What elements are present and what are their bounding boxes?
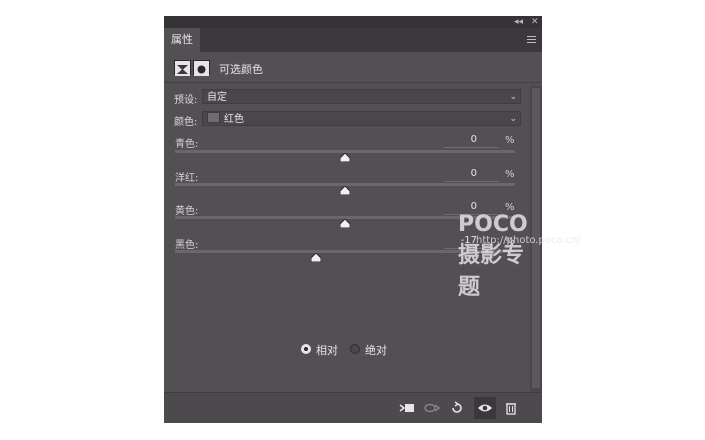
colors-dropdown[interactable]: 红色 ⌄ — [202, 111, 521, 126]
method-absolute-label: 绝对 — [365, 344, 387, 357]
preset-dropdown[interactable]: 自定 ⌄ — [202, 89, 521, 104]
header-divider — [164, 82, 542, 83]
method-relative-label: 相对 — [316, 344, 338, 357]
yellow-slider-thumb[interactable] — [340, 219, 350, 228]
cyan-slider-thumb[interactable] — [340, 153, 350, 162]
cyan-unit: % — [505, 135, 515, 146]
adjustment-title: 可选颜色 — [219, 63, 263, 76]
radio-unselected-icon[interactable] — [350, 344, 360, 354]
colors-label: 颜色: — [174, 117, 198, 128]
watermark-url: http://photo.poco.cn/ — [476, 235, 581, 246]
visibility-eye-icon — [478, 404, 492, 412]
magenta-label: 洋红: — [175, 173, 199, 184]
close-icon[interactable]: ✕ — [531, 16, 539, 28]
black-label: 黑色: — [175, 240, 199, 251]
watermark-brand: POCO 摄影专题 — [458, 212, 528, 300]
radio-selected-icon[interactable] — [301, 344, 311, 354]
magenta-unit: % — [505, 169, 515, 180]
colors-value: 红色 — [224, 114, 244, 125]
chevron-down-icon: ⌄ — [509, 114, 517, 124]
visibility-toggle[interactable] — [474, 397, 496, 419]
cyan-value-field[interactable]: 0 — [444, 134, 499, 148]
properties-panel: ◂◂ ✕ 属性 可选颜色 预设: 自定 ⌄ 颜色: 红色 ⌄ 青色: 0 % 洋… — [164, 16, 581, 423]
yellow-label: 黄色: — [175, 206, 199, 217]
layer-mask-icon — [193, 60, 210, 76]
trash-icon[interactable] — [503, 401, 519, 415]
cyan-label: 青色: — [175, 139, 199, 150]
preset-value: 自定 — [207, 92, 227, 103]
tab-bar: 属性 — [164, 28, 542, 52]
black-slider-thumb[interactable] — [311, 253, 322, 262]
collapse-icon[interactable]: ◂◂ — [514, 16, 523, 28]
panel-menu-icon[interactable] — [527, 36, 536, 43]
color-swatch — [207, 112, 220, 123]
preset-label: 预设: — [174, 95, 198, 106]
chevron-down-icon: ⌄ — [509, 92, 517, 102]
magenta-value-field[interactable]: 0 — [444, 168, 499, 182]
reset-icon[interactable] — [449, 401, 465, 415]
bottom-toolbar — [164, 392, 542, 423]
magenta-slider-thumb[interactable] — [340, 186, 350, 195]
panel-topbar: ◂◂ ✕ — [164, 16, 542, 28]
view-previous-state-icon[interactable] — [424, 401, 440, 415]
tab-properties[interactable]: 属性 — [164, 28, 200, 52]
clip-to-layer-icon[interactable] — [399, 401, 415, 415]
selective-color-icon — [174, 60, 191, 76]
